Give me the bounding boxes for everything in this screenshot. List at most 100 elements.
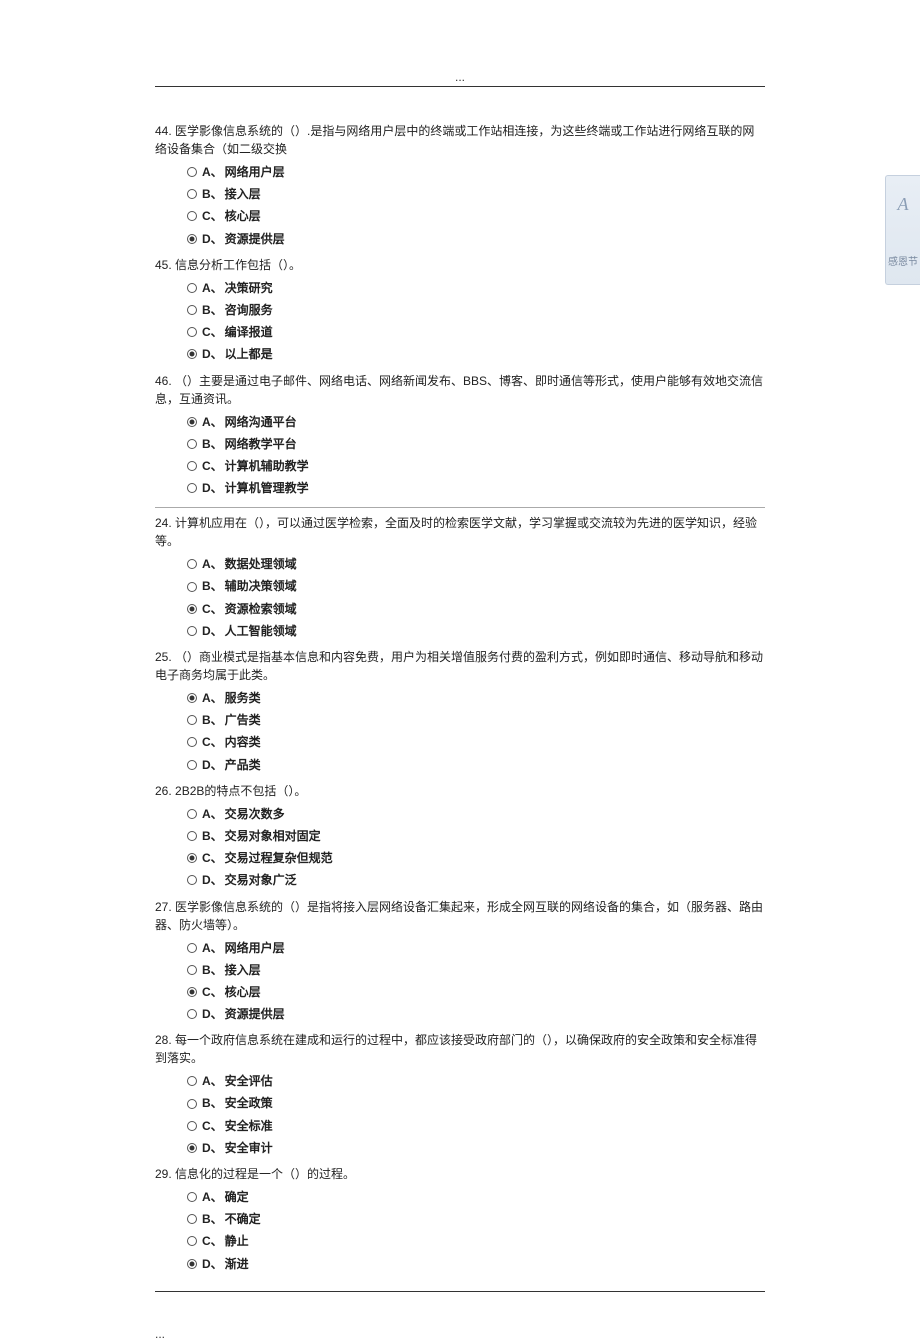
option[interactable]: C、资源检索领域 [187,598,765,620]
radio-icon[interactable] [187,987,197,997]
radio-icon[interactable] [187,1236,197,1246]
radio-icon[interactable] [187,853,197,863]
option[interactable]: C、核心层 [187,205,765,227]
radio-icon[interactable] [187,693,197,703]
option[interactable]: D、人工智能领域 [187,620,765,642]
option[interactable]: D、安全审计 [187,1137,765,1159]
radio-icon[interactable] [187,167,197,177]
options-group: A、网络用户层B、接入层C、核心层D、资源提供层 [155,937,765,1026]
option[interactable]: D、资源提供层 [187,1003,765,1025]
radio-icon[interactable] [187,1099,197,1109]
radio-icon[interactable] [187,417,197,427]
option-letter: B、 [202,709,223,731]
option[interactable]: C、安全标准 [187,1115,765,1137]
radio-icon[interactable] [187,604,197,614]
option[interactable]: C、计算机辅助教学 [187,455,765,477]
option[interactable]: B、不确定 [187,1208,765,1230]
radio-icon[interactable] [187,483,197,493]
radio-icon[interactable] [187,626,197,636]
radio-icon[interactable] [187,582,197,592]
option[interactable]: C、静止 [187,1230,765,1252]
option-letter: B、 [202,575,223,597]
radio-icon[interactable] [187,1259,197,1269]
radio-icon[interactable] [187,1192,197,1202]
option[interactable]: A、确定 [187,1186,765,1208]
option-letter: B、 [202,299,223,321]
option[interactable]: B、广告类 [187,709,765,731]
option-letter: D、 [202,343,223,365]
option[interactable]: B、安全政策 [187,1092,765,1114]
option-letter: D、 [202,1003,223,1025]
question: 44. 医学影像信息系统的（）.是指与网络用户层中的终端或工作站相连接，为这些终… [155,122,765,250]
radio-icon[interactable] [187,809,197,819]
option-letter: C、 [202,598,223,620]
question-text: 26. 2B2B的特点不包括（）。 [155,782,765,800]
radio-icon[interactable] [187,439,197,449]
radio-icon[interactable] [187,760,197,770]
radio-icon[interactable] [187,1143,197,1153]
radio-icon[interactable] [187,1009,197,1019]
option[interactable]: B、辅助决策领域 [187,575,765,597]
option[interactable]: A、交易次数多 [187,803,765,825]
option[interactable]: C、编译报道 [187,321,765,343]
option-letter: C、 [202,731,223,753]
radio-icon[interactable] [187,461,197,471]
radio-icon[interactable] [187,1214,197,1224]
radio-icon[interactable] [187,234,197,244]
option[interactable]: D、计算机管理教学 [187,477,765,499]
sidebar-widget[interactable]: A 感恩节 [885,175,920,285]
option[interactable]: B、接入层 [187,183,765,205]
question: 25. （）商业模式是指基本信息和内容免费，用户为相关增值服务付费的盈利方式，例… [155,648,765,776]
radio-icon[interactable] [187,189,197,199]
option[interactable]: A、网络用户层 [187,161,765,183]
option[interactable]: D、产品类 [187,754,765,776]
option-letter: A、 [202,161,223,183]
option-letter: A、 [202,803,223,825]
option-text: 服务类 [225,687,261,709]
question: 26. 2B2B的特点不包括（）。 A、交易次数多B、交易对象相对固定C、交易过程… [155,782,765,892]
option[interactable]: A、数据处理领域 [187,553,765,575]
radio-icon[interactable] [187,737,197,747]
option[interactable]: D、渐进 [187,1253,765,1275]
option-letter: D、 [202,228,223,250]
option[interactable]: D、交易对象广泛 [187,869,765,891]
radio-icon[interactable] [187,831,197,841]
option-text: 计算机管理教学 [225,477,309,499]
question-text: 28. 每一个政府信息系统在建成和运行的过程中，都应该接受政府部门的（），以确保… [155,1031,765,1067]
radio-icon[interactable] [187,715,197,725]
radio-icon[interactable] [187,1076,197,1086]
radio-icon[interactable] [187,1121,197,1131]
option-text: 以上都是 [225,343,273,365]
option-text: 网络教学平台 [225,433,297,455]
question: 29. 信息化的过程是一个（）的过程。A、确定B、不确定C、静止D、渐进 [155,1165,765,1275]
option-text: 交易次数多 [225,803,285,825]
option-text: 安全政策 [225,1092,273,1114]
radio-icon[interactable] [187,305,197,315]
option[interactable]: C、交易过程复杂但规范 [187,847,765,869]
radio-icon[interactable] [187,211,197,221]
option[interactable]: B、交易对象相对固定 [187,825,765,847]
option[interactable]: A、安全评估 [187,1070,765,1092]
radio-icon[interactable] [187,349,197,359]
option-letter: C、 [202,1115,223,1137]
radio-icon[interactable] [187,327,197,337]
radio-icon[interactable] [187,283,197,293]
option[interactable]: D、资源提供层 [187,228,765,250]
options-group: A、交易次数多B、交易对象相对固定C、交易过程复杂但规范D、交易对象广泛 [155,803,765,892]
option[interactable]: A、决策研究 [187,277,765,299]
option[interactable]: C、内容类 [187,731,765,753]
radio-icon[interactable] [187,559,197,569]
option[interactable]: B、网络教学平台 [187,433,765,455]
option[interactable]: A、网络沟通平台 [187,411,765,433]
option[interactable]: A、服务类 [187,687,765,709]
radio-icon[interactable] [187,875,197,885]
radio-icon[interactable] [187,943,197,953]
option[interactable]: A、网络用户层 [187,937,765,959]
option[interactable]: D、以上都是 [187,343,765,365]
option-text: 资源检索领域 [225,598,297,620]
option[interactable]: C、核心层 [187,981,765,1003]
question-text: 24. 计算机应用在（），可以通过医学检索，全面及时的检索医学文献，学习掌握或交… [155,514,765,550]
radio-icon[interactable] [187,965,197,975]
option[interactable]: B、咨询服务 [187,299,765,321]
option[interactable]: B、接入层 [187,959,765,981]
